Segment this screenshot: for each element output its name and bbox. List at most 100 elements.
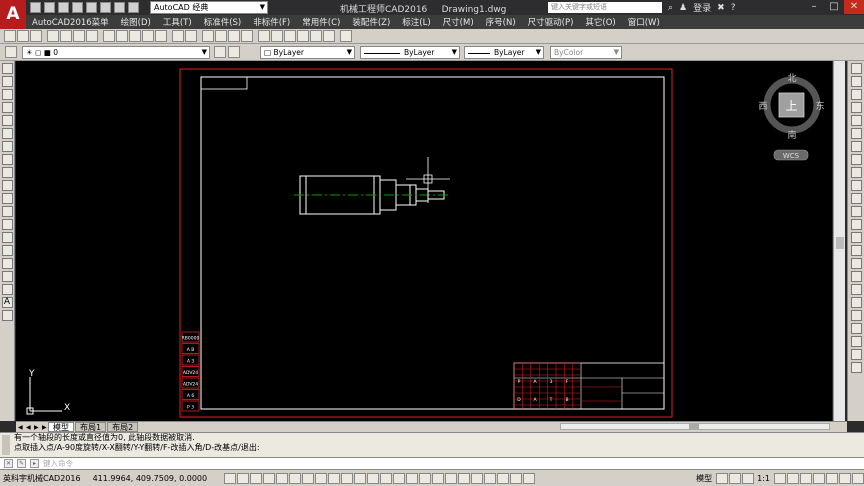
lineweight-icon[interactable] — [354, 472, 367, 484]
menu-item[interactable]: 工具(T) — [157, 16, 198, 28]
measure-icon[interactable] — [850, 323, 862, 334]
layer-previous-icon[interactable] — [228, 46, 240, 58]
redo-icon[interactable] — [185, 30, 197, 42]
prev-tab-icon[interactable]: ◀ — [26, 424, 32, 431]
array-icon[interactable] — [850, 115, 862, 126]
make-block-icon[interactable] — [1, 219, 13, 230]
match-properties-icon[interactable] — [142, 30, 154, 42]
horizontal-scroll-thumb[interactable] — [689, 424, 699, 429]
make-current-icon[interactable] — [214, 46, 226, 58]
insert-block-icon[interactable] — [1, 206, 13, 217]
object-snap-tracking-icon[interactable] — [328, 472, 341, 484]
tab-layout2[interactable]: 布局2 — [107, 422, 139, 432]
design-center-icon[interactable] — [271, 30, 283, 42]
workspace-select[interactable]: AutoCAD 经典 ▼ — [150, 1, 268, 14]
multiline-text-icon[interactable]: A — [1, 297, 13, 308]
annotation-scale-icon[interactable] — [742, 472, 755, 484]
gradient-icon[interactable] — [1, 258, 13, 269]
zoom-previous-icon[interactable] — [241, 30, 253, 42]
add-selected-icon[interactable] — [1, 310, 13, 321]
rectangle-icon[interactable] — [1, 115, 13, 126]
markup-icon[interactable] — [310, 30, 322, 42]
lightbulb-icon[interactable] — [800, 472, 812, 484]
drawing-canvas[interactable]: RB0009 A B A 3 ADV24 ADV24 A 6 P 3 P A 3 F D A T B — [16, 61, 832, 421]
polyline-icon[interactable] — [1, 89, 13, 100]
chamfer-icon[interactable] — [850, 245, 862, 256]
ellipse-arc-icon[interactable] — [1, 193, 13, 204]
offset-icon[interactable] — [850, 102, 862, 113]
paste-icon[interactable] — [129, 30, 141, 42]
layer-manager-icon[interactable] — [5, 46, 17, 58]
tab-model[interactable]: 模型 — [48, 422, 74, 432]
vertical-scroll-thumb[interactable] — [836, 237, 844, 249]
sheet-set-icon[interactable] — [297, 30, 309, 42]
menu-item[interactable]: 尺寸驱动(P) — [522, 16, 580, 28]
circle-icon[interactable] — [1, 141, 13, 152]
ellipse-icon[interactable] — [1, 180, 13, 191]
linetype-select[interactable]: ByLayer ▼ — [360, 46, 460, 59]
zoom-window-icon[interactable] — [228, 30, 240, 42]
match-icon[interactable] — [850, 336, 862, 347]
help-icon[interactable] — [340, 30, 352, 42]
auto-scale-icon[interactable] — [458, 472, 471, 484]
horizontal-scrollbar[interactable] — [560, 423, 830, 430]
ortho-icon[interactable] — [289, 472, 302, 484]
menu-item[interactable]: 标注(L) — [396, 16, 436, 28]
layer-select[interactable]: ☀ ◻ ■ 0 ▼ — [22, 46, 210, 59]
revision-cloud-icon[interactable] — [1, 154, 13, 165]
quick-properties-icon[interactable] — [510, 472, 523, 484]
print-preview-icon[interactable] — [60, 30, 72, 42]
menu-item[interactable]: AutoCAD2016菜单 — [26, 16, 115, 28]
open-file-icon[interactable] — [44, 2, 55, 13]
calculator-icon[interactable] — [323, 30, 335, 42]
model-indicator[interactable]: 模型 — [693, 473, 715, 484]
properties-icon[interactable] — [258, 30, 270, 42]
infer-constraints-icon[interactable] — [263, 472, 276, 484]
undo-icon[interactable] — [100, 2, 111, 13]
next-tab-icon[interactable]: ▶ — [34, 424, 40, 431]
vertical-scrollbar[interactable] — [833, 61, 845, 421]
selection-cycling-icon[interactable] — [380, 472, 393, 484]
annotation-visibility-icon[interactable] — [445, 472, 458, 484]
login-link[interactable]: 登录 — [693, 1, 711, 14]
menu-item[interactable]: 绘图(D) — [115, 16, 157, 28]
copy-icon[interactable] — [850, 76, 862, 87]
explode-2-icon[interactable] — [850, 297, 862, 308]
break-at-point-icon[interactable] — [850, 206, 862, 217]
point-icon[interactable] — [1, 232, 13, 243]
block-editor-icon[interactable] — [155, 30, 167, 42]
binoculars-icon[interactable]: ⌕ — [668, 3, 673, 13]
isodraft-icon[interactable] — [315, 472, 328, 484]
region-icon[interactable] — [1, 271, 13, 282]
lineweight-select[interactable]: ByLayer ▼ — [464, 46, 544, 59]
new-icon[interactable] — [4, 30, 16, 42]
menu-item[interactable]: 标准件(S) — [198, 16, 248, 28]
construction-line-icon[interactable] — [1, 76, 13, 87]
maximize-icon[interactable]: □ — [824, 0, 844, 14]
mirror-icon[interactable] — [850, 89, 862, 100]
spline-icon[interactable] — [1, 167, 13, 178]
search-input[interactable]: 键入关键字或短语 — [548, 2, 662, 13]
join-icon[interactable] — [850, 232, 862, 243]
model-space-icon[interactable] — [224, 472, 237, 484]
transparency-icon[interactable] — [367, 472, 380, 484]
menu-item[interactable]: 窗口(W) — [622, 16, 666, 28]
snap-icon[interactable] — [250, 472, 263, 484]
command-input[interactable]: ✕ ✎ ▸ 键入命令 — [0, 457, 864, 470]
print-icon[interactable] — [86, 2, 97, 13]
erase-icon[interactable] — [850, 63, 862, 74]
gizmo-icon[interactable] — [432, 472, 445, 484]
undo-icon[interactable] — [172, 30, 184, 42]
layer-tool-icon[interactable] — [850, 349, 862, 360]
arc-icon[interactable] — [1, 128, 13, 139]
tab-layout1[interactable]: 布局1 — [75, 422, 107, 432]
units-icon[interactable] — [497, 472, 510, 484]
exchange-icon[interactable]: ✖ — [717, 3, 725, 13]
help-icon[interactable]: ? — [731, 3, 736, 13]
selection-filter-icon[interactable] — [419, 472, 432, 484]
plotstyle-select[interactable]: ByColor ▼ — [550, 46, 622, 59]
3d-print-icon[interactable] — [86, 30, 98, 42]
pan-icon[interactable] — [202, 30, 214, 42]
menu-item[interactable]: 序号(N) — [480, 16, 522, 28]
explode-icon[interactable] — [850, 271, 862, 282]
